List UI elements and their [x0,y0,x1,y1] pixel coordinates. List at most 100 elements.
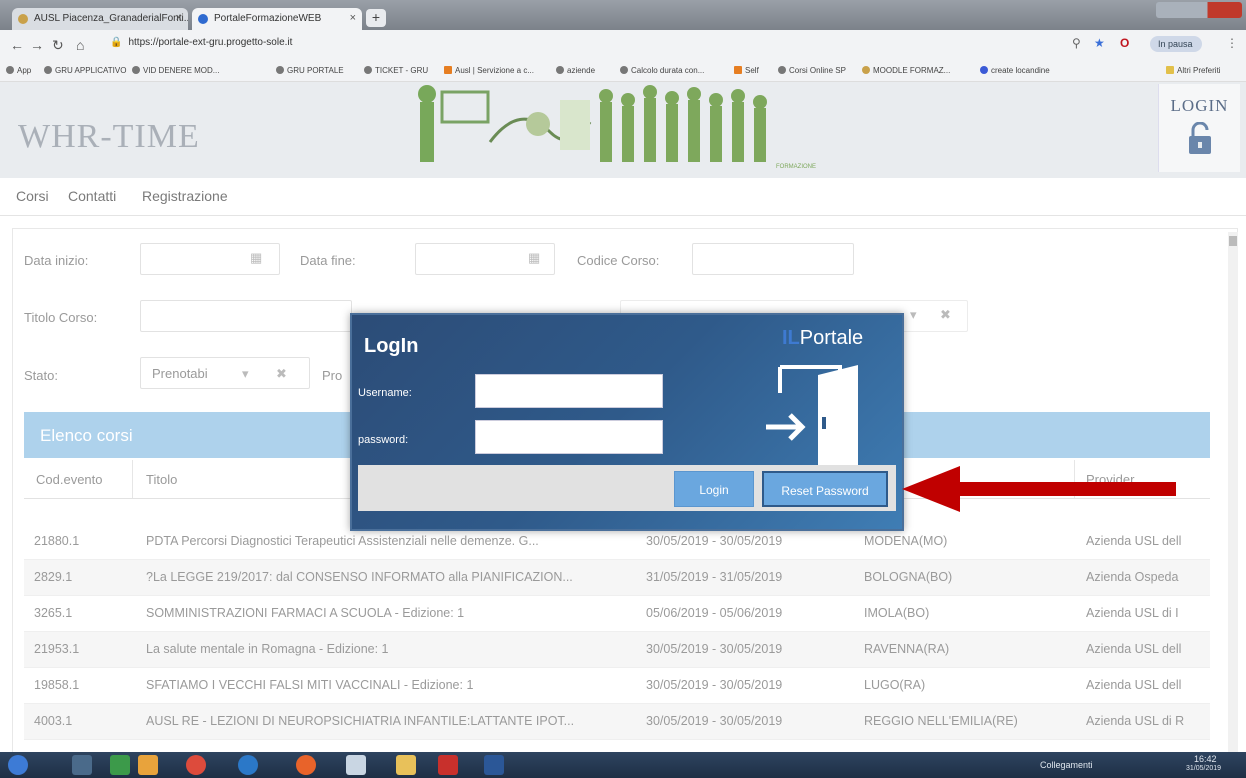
column-divider [132,460,133,498]
bookmark-item[interactable]: App [6,66,31,75]
new-tab-button[interactable]: + [366,9,386,27]
nav-contatti[interactable]: Contatti [68,188,116,204]
browser-tab-ausl[interactable]: AUSL Piacenza_GranaderialFonti... × [12,8,188,30]
username-input[interactable] [475,374,663,408]
col-cod-evento[interactable]: Cod.evento [36,472,103,487]
page-scrollbar[interactable] [1228,232,1238,752]
bookmark-item[interactable]: GRU PORTALE [276,66,344,75]
home-icon[interactable]: ⌂ [76,37,84,53]
zoom-icon[interactable]: ⚲ [1072,36,1081,50]
bookmark-item[interactable]: create locandine [980,66,1050,75]
tab-title: PortaleFormazioneWEB [214,13,322,24]
opera-icon[interactable]: O [1120,36,1129,50]
notepad-icon[interactable] [346,755,366,775]
pause-label: In pausa [1158,39,1193,49]
cell-provider: Azienda USL di I [1086,606,1179,620]
login-button[interactable]: Login [674,471,754,507]
nav-registrazione[interactable]: Registrazione [142,188,228,204]
page-scrollbar-thumb[interactable] [1229,236,1237,246]
globe-icon [778,66,786,74]
internet-explorer-icon[interactable] [238,755,258,775]
cell-date: 30/05/2019 - 30/05/2019 [646,678,783,692]
menu-kebab-icon[interactable]: ⋮ [1226,36,1238,50]
data-fine-label: Data fine: [300,253,356,268]
table-row[interactable]: 19858.1 SFATIAMO I VECCHI FALSI MITI VAC… [24,668,1210,704]
clock-date[interactable]: 31/05/2019 [1186,765,1221,772]
address-bar-row: ← → ↻ ⌂ 🔒 https://portale-ext-gru.progett… [0,30,1246,60]
bookmark-item[interactable]: Corsi Online SP [778,66,846,75]
reload-icon[interactable]: ↻ [52,37,64,54]
top-navigation: Corsi Contatti Registrazione [0,178,1246,216]
acrobat-icon[interactable] [438,755,458,775]
globe-icon [44,66,52,74]
cell-cod: 2829.1 [34,570,73,584]
moodle-icon [862,66,870,74]
col-titolo[interactable]: Titolo [146,472,177,487]
firefox-icon[interactable] [296,755,316,775]
bookmark-item[interactable]: aziende [556,66,595,75]
cell-luogo: MODENA(MO) [864,534,948,548]
url-field[interactable]: 🔒 https://portale-ext-gru.progetto-sole.i… [110,37,292,48]
word-icon[interactable] [484,755,504,775]
close-tab-icon[interactable]: × [176,12,182,24]
windows-taskbar: Collegamenti 16:42 31/05/2019 [0,752,1246,778]
cell-date: 30/05/2019 - 30/05/2019 [646,642,783,656]
clear-icon[interactable]: ✖ [940,307,951,323]
cell-cod: 21953.1 [34,642,80,656]
bookmark-item[interactable]: Self [734,66,759,75]
browser-tab-portale[interactable]: PortaleFormazioneWEB × [192,8,362,30]
clock-time[interactable]: 16:42 [1194,754,1217,764]
dropdown-arrow-icon[interactable]: ▾ [242,366,249,382]
back-arrow-icon[interactable]: ← [10,37,24,53]
bookmark-item[interactable]: Ausl | Servizione a c... [444,66,534,75]
bookmark-item[interactable]: TICKET - GRU [364,66,428,75]
start-button-icon[interactable] [8,755,28,775]
data-inizio-label: Data inizio: [24,253,89,268]
cell-date: 30/05/2019 - 30/05/2019 [646,714,783,728]
tab-favicon-icon [198,14,208,24]
dropdown-arrow-icon[interactable]: ▾ [910,307,917,323]
calendar-icon[interactable]: ▦ [528,250,540,266]
titolo-corso-input[interactable] [140,300,352,332]
folder-icon[interactable] [396,755,416,775]
nav-corsi[interactable]: Corsi [16,188,49,204]
bookmark-item[interactable]: Calcolo durata con... [620,66,704,75]
cell-cod: 21880.1 [34,534,80,548]
bookmark-star-icon[interactable]: ★ [1094,36,1105,50]
clear-icon[interactable]: ✖ [276,366,287,382]
calendar-icon[interactable]: ▦ [250,250,262,266]
password-input[interactable] [475,420,663,454]
cell-cod: 4003.1 [34,714,73,728]
close-tab-icon[interactable]: × [350,12,356,24]
apps-icon [6,66,14,74]
table-row[interactable]: 4003.1 AUSL RE - LEZIONI DI NEUROPSICHIA… [24,704,1210,740]
bookmark-item[interactable]: Altri Preferiti [1166,66,1221,75]
cell-titolo: La salute mentale in Romagna - Edizione:… [146,642,389,656]
codice-corso-label: Codice Corso: [577,253,660,268]
bookmark-item[interactable]: MOODLE FORMAZ... [862,66,950,75]
login-modal: LogIn ILPortale Username: password: Logi… [350,313,904,531]
chrome-icon[interactable] [186,755,206,775]
explorer-folder-icon[interactable] [138,755,158,775]
network-label[interactable]: Collegamenti [1040,760,1093,770]
show-desktop-icon[interactable] [72,755,92,775]
sync-paused-badge[interactable]: In pausa [1150,36,1202,52]
stato-label: Stato: [24,368,58,383]
codice-corso-input[interactable] [692,243,854,275]
excel-icon[interactable] [110,755,130,775]
cell-provider: Azienda USL di R [1086,714,1185,728]
titolo-corso-label: Titolo Corso: [24,310,98,325]
stato-select-value: Prenotabi [152,366,208,381]
login-modal-footer: Login Reset Password [358,465,896,511]
forward-arrow-icon[interactable]: → [30,37,44,53]
cell-provider: Azienda USL dell [1086,642,1182,656]
login-link[interactable]: LOGIN [1158,84,1240,172]
bookmark-item[interactable]: GRU APPLICATIVO [44,66,126,75]
table-row[interactable]: 3265.1 SOMMINISTRAZIONI FARMACI A SCUOLA… [24,596,1210,632]
bookmark-item[interactable]: VID DENERE MOD... [132,66,219,75]
window-controls[interactable] [1156,2,1242,18]
reset-password-button[interactable]: Reset Password [762,471,888,507]
table-row[interactable]: 21953.1 La salute mentale in Romagna - E… [24,632,1210,668]
table-row[interactable]: 2829.1 ?La LEGGE 219/2017: dal CONSENSO … [24,560,1210,596]
globe-icon [556,66,564,74]
